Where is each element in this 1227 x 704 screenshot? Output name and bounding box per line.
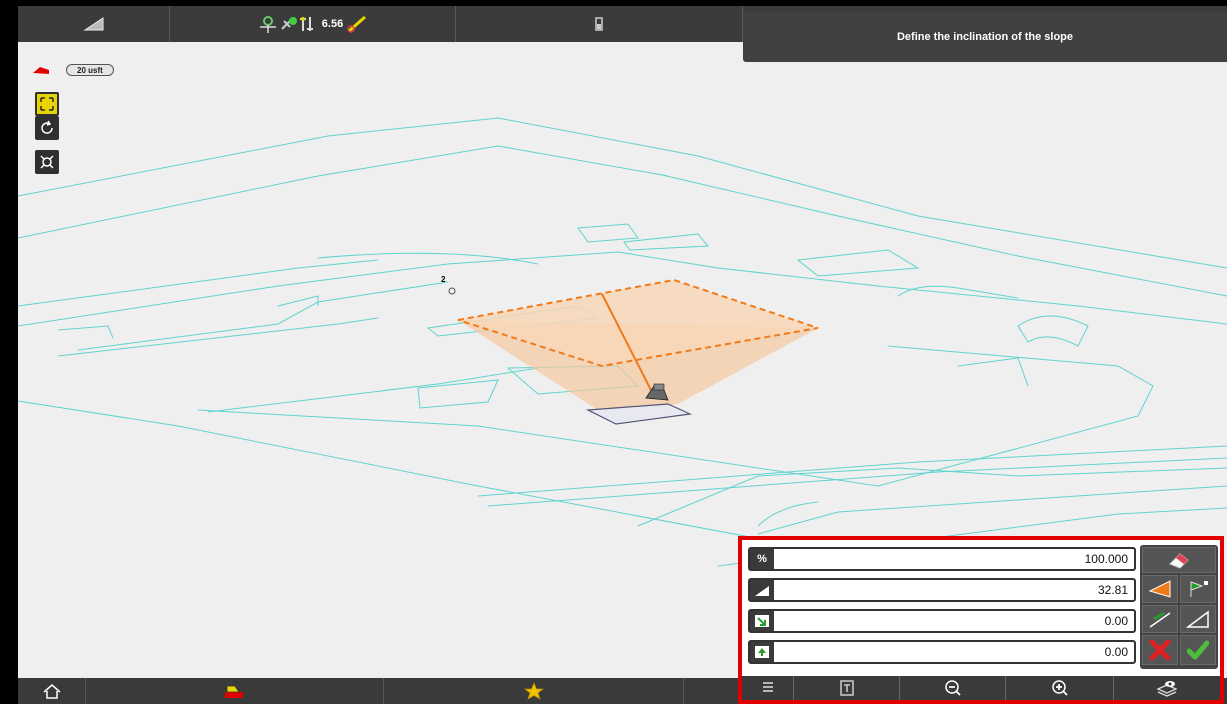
flag-point-button[interactable] <box>1180 575 1216 603</box>
offset-field[interactable]: 0.00 <box>748 609 1136 633</box>
layers-eye-icon <box>1156 681 1178 697</box>
zoom-out-icon <box>944 680 961 696</box>
app-frame: 2 6.56 Define the inclination of the slo… <box>0 0 1227 704</box>
cancel-button[interactable] <box>1142 635 1178 665</box>
slope-angle-field[interactable]: 32.81 <box>748 578 1136 602</box>
slope-angle-value: 32.81 <box>1097 583 1128 597</box>
machine-menu-button[interactable] <box>86 678 384 704</box>
rotate-icon <box>41 120 53 134</box>
clear-button[interactable] <box>1142 547 1216 573</box>
scale-indicator: 20 usft <box>32 64 114 76</box>
percent-value: 100.000 <box>1084 552 1128 566</box>
slope-plane-icon <box>1186 610 1209 628</box>
percent-field[interactable]: % 100.000 <box>748 547 1136 571</box>
confirm-button[interactable] <box>1180 635 1216 665</box>
slope-definition-panel: % 100.000 32.81 0.00 0.00 <box>738 536 1224 704</box>
point-marker <box>448 287 456 295</box>
slope-angle-icon <box>755 586 769 596</box>
grade-laser-icon <box>347 15 367 33</box>
slope-direction-button[interactable] <box>1142 575 1178 603</box>
offset-icon <box>755 615 769 627</box>
gps-antenna-icon <box>259 16 276 33</box>
eraser-icon <box>1169 553 1189 569</box>
measure-button[interactable] <box>794 676 900 700</box>
height-value: 0.00 <box>1104 645 1128 659</box>
checkmark-icon <box>1187 640 1209 660</box>
slope-action-keypad <box>1140 545 1218 669</box>
zoom-in-icon <box>1051 680 1068 696</box>
slope-angle-button[interactable] <box>750 580 774 600</box>
percent-unit-button[interactable]: % <box>750 549 774 569</box>
rotate-view-button[interactable] <box>35 116 59 140</box>
target-icon <box>40 155 54 169</box>
satellite-icon <box>281 17 297 30</box>
home-button[interactable] <box>18 678 86 704</box>
device-icon <box>595 17 603 31</box>
slope-up-button[interactable] <box>1142 605 1178 633</box>
height-rod-icon <box>299 17 313 31</box>
connection-status[interactable] <box>456 6 743 42</box>
instruction-text: Define the inclination of the slope <box>896 31 1073 43</box>
height-button[interactable] <box>750 642 774 662</box>
layers-list-button[interactable] <box>742 676 794 700</box>
gnss-status[interactable]: 6.56 <box>170 6 456 42</box>
height-value: 6.56 <box>321 18 344 30</box>
excavator-icon <box>224 685 243 698</box>
scale-label: 20 usft <box>66 64 114 76</box>
expand-icon <box>40 97 54 111</box>
height-icon <box>755 646 769 658</box>
screen: 2 6.56 Define the inclination of the slo… <box>18 6 1227 704</box>
cancel-icon <box>1149 639 1171 661</box>
instruction-panel: Define the inclination of the slope <box>743 12 1227 62</box>
percent-icon: % <box>757 553 767 565</box>
machine-direction-icon <box>33 67 49 74</box>
zoom-out-button[interactable] <box>900 676 1006 700</box>
home-icon <box>43 684 60 699</box>
measure-device-icon <box>839 680 854 696</box>
slope-up-icon <box>1149 611 1171 628</box>
layer-visibility-button[interactable] <box>1114 676 1220 700</box>
center-machine-button[interactable] <box>35 150 59 174</box>
star-icon <box>523 682 544 700</box>
point-label: 2 <box>441 275 446 284</box>
slope-icon <box>82 17 103 31</box>
favorites-button[interactable] <box>384 678 684 704</box>
slope-wedge-icon <box>1148 580 1171 598</box>
slope-mode-button[interactable] <box>18 6 170 42</box>
offset-value: 0.00 <box>1104 614 1128 628</box>
map-toolbar <box>742 676 1220 700</box>
zoom-extents-button[interactable] <box>35 92 59 116</box>
slope-flat-button[interactable] <box>1180 605 1216 633</box>
flag-icon <box>1190 581 1208 597</box>
list-icon <box>762 682 773 692</box>
offset-button[interactable] <box>750 611 774 631</box>
height-field[interactable]: 0.00 <box>748 640 1136 664</box>
zoom-in-button[interactable] <box>1006 676 1114 700</box>
